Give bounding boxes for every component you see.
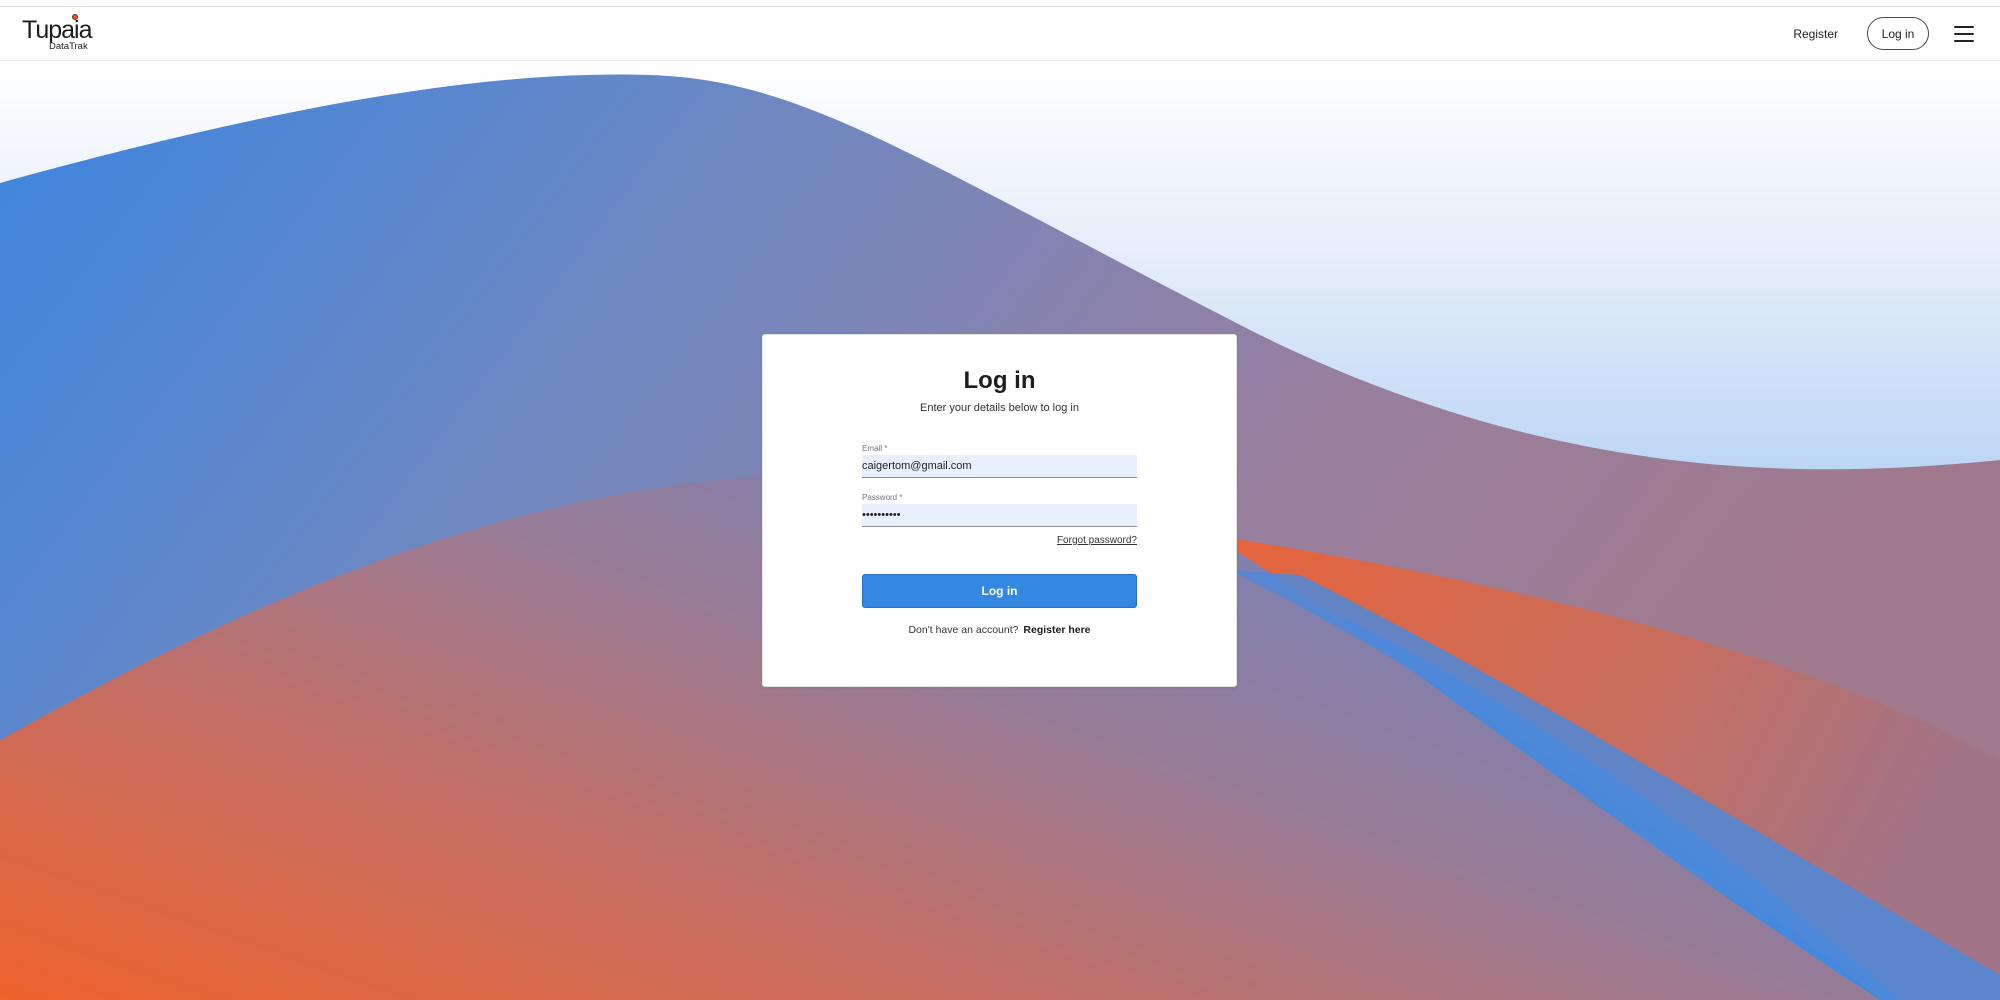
- password-input[interactable]: [862, 504, 1137, 527]
- page-title: Log in: [963, 367, 1036, 394]
- header-actions: Register Log in: [1793, 17, 1974, 50]
- login-submit-button[interactable]: Log in: [862, 574, 1137, 608]
- email-field: Email *: [862, 444, 1137, 478]
- password-label: Password *: [862, 493, 903, 502]
- hamburger-menu-icon[interactable]: [1954, 25, 1974, 42]
- email-label: Email *: [862, 444, 888, 453]
- password-field: Password *: [862, 493, 1137, 527]
- login-nav-button[interactable]: Log in: [1867, 17, 1929, 50]
- logo-dot-icon: [72, 13, 78, 20]
- login-card: Log in Enter your details below to log i…: [762, 334, 1237, 687]
- forgot-password-link[interactable]: Forgot password?: [862, 535, 1137, 546]
- register-prompt: Don't have an account? Register here: [763, 624, 1236, 636]
- tupaia-datatrak-logo[interactable]: Tupaia DataTrak: [22, 13, 94, 54]
- email-input[interactable]: [862, 455, 1137, 478]
- logo-subtitle: DataTrak: [49, 40, 88, 52]
- no-account-text: Don't have an account?: [908, 624, 1019, 636]
- login-subtitle: Enter your details below to log in: [920, 402, 1079, 414]
- register-here-link[interactable]: Register here: [1023, 624, 1090, 636]
- register-nav-link[interactable]: Register: [1793, 27, 1838, 41]
- top-navigation-bar: Tupaia DataTrak Register Log in: [0, 6, 2000, 61]
